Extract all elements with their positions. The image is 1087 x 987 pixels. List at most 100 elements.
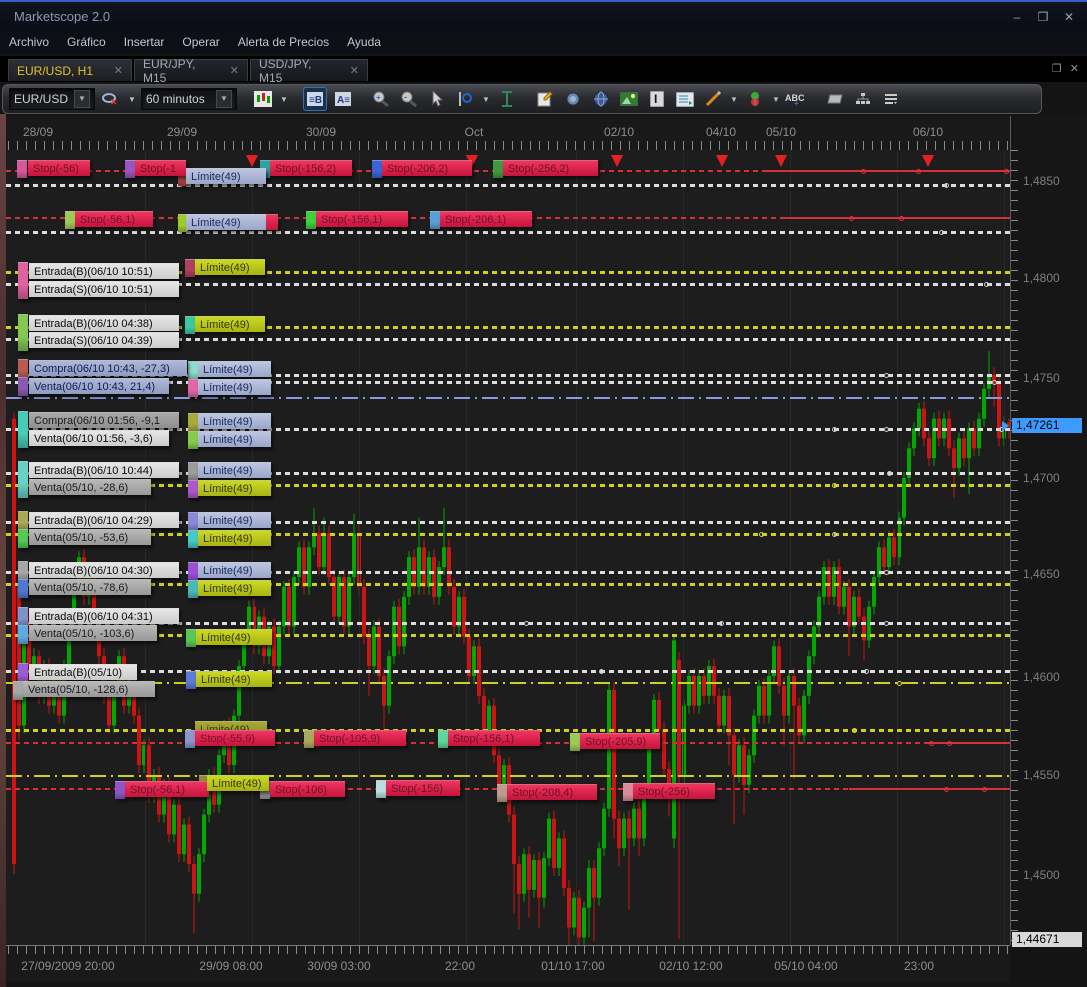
order-label[interactable]: Entrada(B)(05/10)	[29, 664, 137, 680]
order-label[interactable]: Stop(-205,9)	[580, 733, 660, 749]
template-icon[interactable]	[673, 87, 697, 111]
note-icon[interactable]	[533, 87, 557, 111]
order-line[interactable]	[6, 532, 1010, 536]
order-label[interactable]: Venta(06/10 10:43, 21,4)	[29, 378, 169, 394]
order-label[interactable]: Entrada(S)(06/10 04:39)	[29, 332, 179, 348]
order-line[interactable]	[6, 669, 1010, 673]
chevron-down-icon[interactable]: ▼	[127, 95, 137, 104]
marker-icon[interactable]	[743, 87, 767, 111]
order-label[interactable]: Stop(-55,9)	[195, 730, 275, 746]
order-label[interactable]: Límite(49)	[198, 562, 271, 578]
order-label[interactable]: Stop(-206,1)	[440, 211, 532, 227]
chevron-down-icon[interactable]: ▼	[216, 90, 232, 108]
order-label[interactable]: Límite(49)	[198, 512, 271, 528]
menu-item-ayuda[interactable]: Ayuda	[338, 30, 390, 49]
order-label[interactable]: Límite(49)	[207, 775, 269, 791]
order-label[interactable]: Stop(-106)	[270, 781, 345, 797]
structure-icon[interactable]	[851, 87, 875, 111]
order-label[interactable]: Venta(05/10, -53,6)	[29, 529, 151, 545]
tab-eur-usd-h1[interactable]: EUR/USD, H1 ✕	[8, 59, 132, 81]
order-label[interactable]: Límite(49)	[198, 361, 271, 377]
chevron-down-icon[interactable]: ▼	[771, 95, 781, 104]
minimize-button[interactable]: –	[1009, 10, 1025, 24]
order-label[interactable]: Entrada(B)(06/10 10:51)	[29, 263, 179, 279]
menu-item-insertar[interactable]: Insertar	[115, 30, 174, 49]
order-label[interactable]: Stop(-156,2)	[270, 160, 352, 176]
menu-icon[interactable]	[879, 87, 903, 111]
ask-line-toggle[interactable]: A≡	[331, 87, 355, 111]
order-label[interactable]: Stop(-56,1)	[125, 781, 209, 797]
order-label[interactable]: Stop(-56)	[28, 160, 90, 176]
order-label[interactable]: Stop(-206,2)	[382, 160, 472, 176]
order-line[interactable]	[6, 183, 1010, 187]
order-line[interactable]	[6, 397, 1010, 399]
order-label[interactable]: Compra(06/10 10:43, -27,3)	[29, 360, 187, 376]
order-label[interactable]: Límite(49)	[195, 316, 265, 332]
pencil-icon[interactable]	[701, 87, 725, 111]
order-label[interactable]: Venta(05/10, -128,6)	[23, 681, 155, 697]
bid-line-toggle[interactable]: ≡B	[303, 87, 327, 111]
interval-select[interactable]: 60 minutos ▼	[141, 88, 237, 110]
maximize-button[interactable]: ❐	[1035, 10, 1051, 24]
order-label[interactable]: Stop(-208,4)	[507, 784, 597, 800]
menu-item-archivo[interactable]: Archivo	[0, 30, 58, 49]
order-label[interactable]: Venta(06/10 01:56, -3,6)	[29, 430, 169, 446]
order-line[interactable]	[6, 774, 1010, 777]
tab-close-icon[interactable]: ✕	[96, 64, 123, 77]
chart-style-icon[interactable]	[251, 87, 275, 111]
order-label[interactable]: Límite(49)	[198, 580, 271, 596]
measure-icon[interactable]	[495, 87, 519, 111]
web-icon[interactable]	[589, 87, 613, 111]
chevron-down-icon[interactable]: ▼	[74, 90, 90, 108]
order-line[interactable]	[764, 169, 1010, 172]
order-label[interactable]: Límite(49)	[195, 259, 265, 275]
menu-item-alerta-de-precios[interactable]: Alerta de Precios	[229, 30, 338, 49]
order-label[interactable]: Entrada(B)(06/10 04:31)	[29, 608, 179, 624]
order-label[interactable]: Stop(-156,1)	[316, 211, 408, 227]
order-label[interactable]: Entrada(B)(06/10 10:44)	[29, 462, 179, 478]
order-label[interactable]: Entrada(B)(06/10 04:38)	[29, 315, 179, 331]
order-line[interactable]	[6, 483, 1010, 487]
order-label[interactable]: Stop(-256,2)	[503, 160, 598, 176]
order-label[interactable]: Entrada(B)(06/10 04:29)	[29, 512, 179, 528]
image-icon[interactable]: +	[617, 87, 641, 111]
tab-close-icon[interactable]: ✕	[332, 64, 359, 77]
chart-plot-area[interactable]: Stop(-56) Stop(-1 Límite(49) Stop(-156,2) St…	[6, 150, 1010, 945]
chevron-down-icon[interactable]: ▼	[481, 95, 491, 104]
tab-usd-jpy-m15[interactable]: USD/JPY, M15 ✕	[250, 57, 368, 85]
doc-close-button[interactable]: ✕	[1070, 62, 1079, 75]
zoom-area-icon[interactable]	[453, 87, 477, 111]
order-label[interactable]: Límite(49)	[186, 214, 266, 230]
price-axis[interactable]: 1,4850 1,4800 1,4750 1,4700 1,4650 1,4600 1,45…	[1010, 116, 1087, 947]
order-label[interactable]: Límite(49)	[198, 413, 271, 429]
order-label[interactable]: Venta(05/10, -28,6)	[29, 479, 151, 495]
chevron-down-icon[interactable]: ▼	[279, 95, 289, 104]
order-line[interactable]	[6, 230, 1010, 234]
menu-item-gráfico[interactable]: Gráfico	[58, 30, 115, 49]
label-icon[interactable]: ABC +	[785, 87, 809, 111]
zoom-in-icon[interactable]: +	[369, 87, 393, 111]
order-label[interactable]: Límite(49)	[198, 530, 271, 546]
order-line[interactable]	[6, 582, 1010, 586]
zoom-out-icon[interactable]: -	[397, 87, 421, 111]
order-label[interactable]: Venta(05/10, -103,6)	[29, 625, 157, 641]
pointer-icon[interactable]	[425, 87, 449, 111]
order-label[interactable]: Compra(06/10 01:56, -9,1	[29, 412, 179, 428]
order-label[interactable]: Entrada(B)(06/10 04:30)	[29, 562, 179, 578]
data-feed-icon[interactable]: ✕	[99, 87, 123, 111]
order-label[interactable]: Límite(49)	[196, 629, 272, 645]
order-line[interactable]	[6, 681, 1010, 684]
tab-close-icon[interactable]: ✕	[212, 64, 239, 77]
menu-item-operar[interactable]: Operar	[173, 30, 228, 49]
eraser-icon[interactable]	[823, 87, 847, 111]
order-label[interactable]: Límite(49)	[196, 671, 272, 687]
order-label[interactable]: Venta(05/10, -78,6)	[29, 579, 151, 595]
time-axis-bottom[interactable]: 27/09/2009 20:00 29/09 08:00 30/09 03:00 22…	[6, 945, 1010, 982]
order-label[interactable]: Límite(49)	[198, 462, 271, 478]
order-line[interactable]	[924, 741, 1010, 744]
order-label[interactable]: Stop(-156)	[386, 780, 460, 796]
order-label[interactable]: Stop(-156,1)	[448, 730, 540, 746]
order-label[interactable]: Stop(-1	[135, 160, 186, 176]
order-line[interactable]	[784, 216, 1010, 219]
close-button[interactable]: ✕	[1061, 10, 1077, 24]
